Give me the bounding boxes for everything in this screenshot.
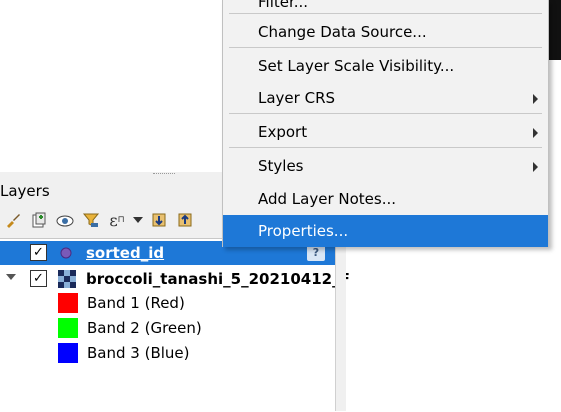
expand-all-icon[interactable] [146, 207, 172, 233]
visibility-eye-icon[interactable] [52, 207, 78, 233]
layers-toolbar: ε ⊓ [0, 206, 198, 234]
menu-item-set-layer-scale-visibility[interactable]: Set Layer Scale Visibility... [223, 50, 548, 82]
menu-item-change-data-source[interactable]: Change Data Source... [223, 16, 548, 48]
dock-splitter-handle[interactable] [153, 173, 175, 177]
layer-name[interactable]: sorted_id [86, 244, 164, 262]
raster-layer-icon [58, 270, 76, 288]
submenu-arrow-icon [533, 162, 538, 172]
point-layer-icon [60, 247, 72, 259]
layers-tree: ✓ sorted_id ? ✓ broccoli_tanashi_5_20210… [0, 238, 350, 412]
background-window-edge [548, 0, 561, 60]
menu-item-export[interactable]: Export [223, 116, 548, 148]
style-brush-icon[interactable] [0, 207, 26, 233]
menu-item-add-layer-notes[interactable]: Add Layer Notes... [223, 183, 548, 215]
band-color-swatch [58, 343, 78, 363]
layer-visibility-checkbox[interactable]: ✓ [30, 244, 47, 261]
band-label: Band 3 (Blue) [87, 344, 190, 362]
band-row-2: Band 2 (Green) [0, 316, 337, 340]
layer-visibility-checkbox[interactable]: ✓ [30, 270, 47, 287]
band-color-swatch [58, 293, 78, 313]
menu-separator [229, 47, 542, 48]
menu-separator [229, 13, 542, 14]
band-label: Band 2 (Green) [87, 319, 202, 337]
layers-panel-title: Layers [0, 182, 50, 200]
submenu-arrow-icon [533, 128, 538, 138]
band-row-1: Band 1 (Red) [0, 291, 337, 315]
filter-icon[interactable] [78, 207, 104, 233]
menu-item-properties[interactable]: Properties... [223, 215, 548, 247]
band-row-3: Band 3 (Blue) [0, 341, 337, 365]
band-color-swatch [58, 318, 78, 338]
layer-name[interactable]: broccoli_tanashi_5_20210412_F [86, 270, 350, 288]
add-group-icon[interactable] [26, 207, 52, 233]
layers-tree-scrollbar[interactable] [335, 238, 346, 411]
layer-context-menu: Filter... Change Data Source... Set Laye… [222, 0, 549, 247]
expression-filter-icon[interactable]: ε ⊓ [104, 207, 130, 233]
menu-item-styles[interactable]: Styles [223, 150, 548, 182]
band-label: Band 1 (Red) [87, 294, 185, 312]
submenu-arrow-icon [533, 94, 538, 104]
layer-row-raster[interactable]: ✓ broccoli_tanashi_5_20210412_F [0, 267, 350, 291]
menu-item-layer-crs[interactable]: Layer CRS [223, 82, 548, 114]
menu-separator [229, 113, 542, 114]
collapse-all-icon[interactable] [172, 207, 198, 233]
unknown-crs-badge[interactable]: ? [307, 245, 325, 261]
dropdown-arrow-icon[interactable] [130, 207, 146, 233]
expand-arrow-icon[interactable] [6, 274, 16, 280]
menu-separator [229, 147, 542, 148]
